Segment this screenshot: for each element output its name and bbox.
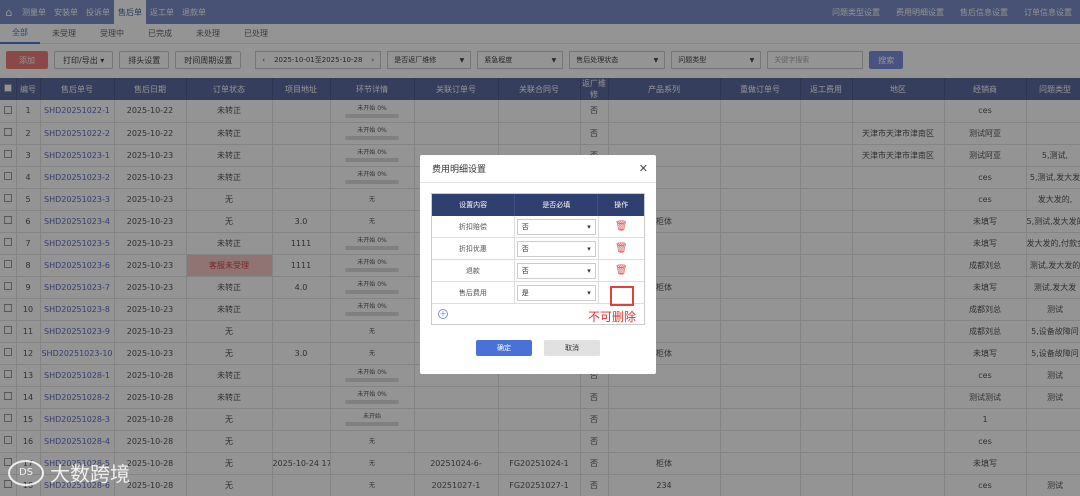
watermark: DS 大数跨境 (8, 458, 130, 487)
watermark-logo: DS (8, 459, 44, 486)
header-setting: 设置内容 (432, 194, 516, 216)
cannot-delete-annotation: 不可删除 (588, 310, 637, 324)
fee-row: 退款否 ▾ 🗑 (432, 260, 644, 282)
fee-required-cell: 否 ▾ (515, 260, 599, 281)
fee-action-cell: 🗑 (599, 216, 644, 237)
fee-action-cell: 🗑 (599, 238, 644, 259)
caret-down-icon: ▾ (587, 244, 591, 253)
cancel-button[interactable]: 取消 (544, 340, 600, 356)
dialog-buttons: 确定 取消 (420, 340, 656, 356)
close-icon[interactable]: ✕ (639, 162, 648, 175)
fee-name: 折扣优惠 (432, 238, 515, 259)
required-value: 否 (521, 266, 529, 275)
fee-row: 折扣优惠否 ▾ 🗑 (432, 238, 644, 260)
fee-row: 折扣赔偿否 ▾ 🗑 (432, 216, 644, 238)
fee-name: 折扣赔偿 (432, 216, 515, 237)
fee-name: 售后费用 (432, 282, 515, 303)
add-circle-icon[interactable]: + (438, 309, 448, 319)
fee-action-cell: 🗑 (599, 260, 644, 281)
caret-down-icon: ▾ (587, 266, 591, 275)
required-value: 否 (521, 222, 529, 231)
fee-table-header: 设置内容 是否必填 操作 (432, 194, 644, 216)
fee-required-cell: 是 ▾ (515, 282, 599, 303)
dialog-title: 费用明细设置 (420, 155, 656, 183)
trash-icon[interactable]: 🗑 (615, 265, 628, 276)
trash-icon[interactable]: 🗑 (615, 243, 628, 254)
fee-details-dialog: 费用明细设置 ✕ 设置内容 是否必填 操作 折扣赔偿否 ▾ 🗑 折扣优惠否 ▾ 🗑 退款否 ▾… (420, 155, 656, 374)
caret-down-icon: ▾ (587, 222, 591, 231)
required-select[interactable]: 否 ▾ (516, 240, 596, 257)
required-select[interactable]: 否 ▾ (516, 262, 596, 279)
required-value: 是 (521, 288, 529, 297)
fee-required-cell: 否 ▾ (515, 216, 599, 237)
fee-required-cell: 否 ▾ (515, 238, 599, 259)
required-select[interactable]: 否 ▾ (516, 218, 596, 235)
confirm-button[interactable]: 确定 (476, 340, 532, 356)
caret-down-icon: ▾ (587, 288, 591, 297)
trash-icon[interactable]: 🗑 (615, 221, 628, 232)
watermark-text: 大数跨境 (50, 462, 130, 486)
required-select[interactable]: 是 ▾ (516, 284, 596, 301)
highlight-box (610, 286, 634, 306)
header-action: 操作 (614, 201, 629, 209)
header-required: 是否必填 (515, 194, 599, 216)
fee-name: 退款 (432, 260, 515, 281)
required-value: 否 (521, 244, 529, 253)
